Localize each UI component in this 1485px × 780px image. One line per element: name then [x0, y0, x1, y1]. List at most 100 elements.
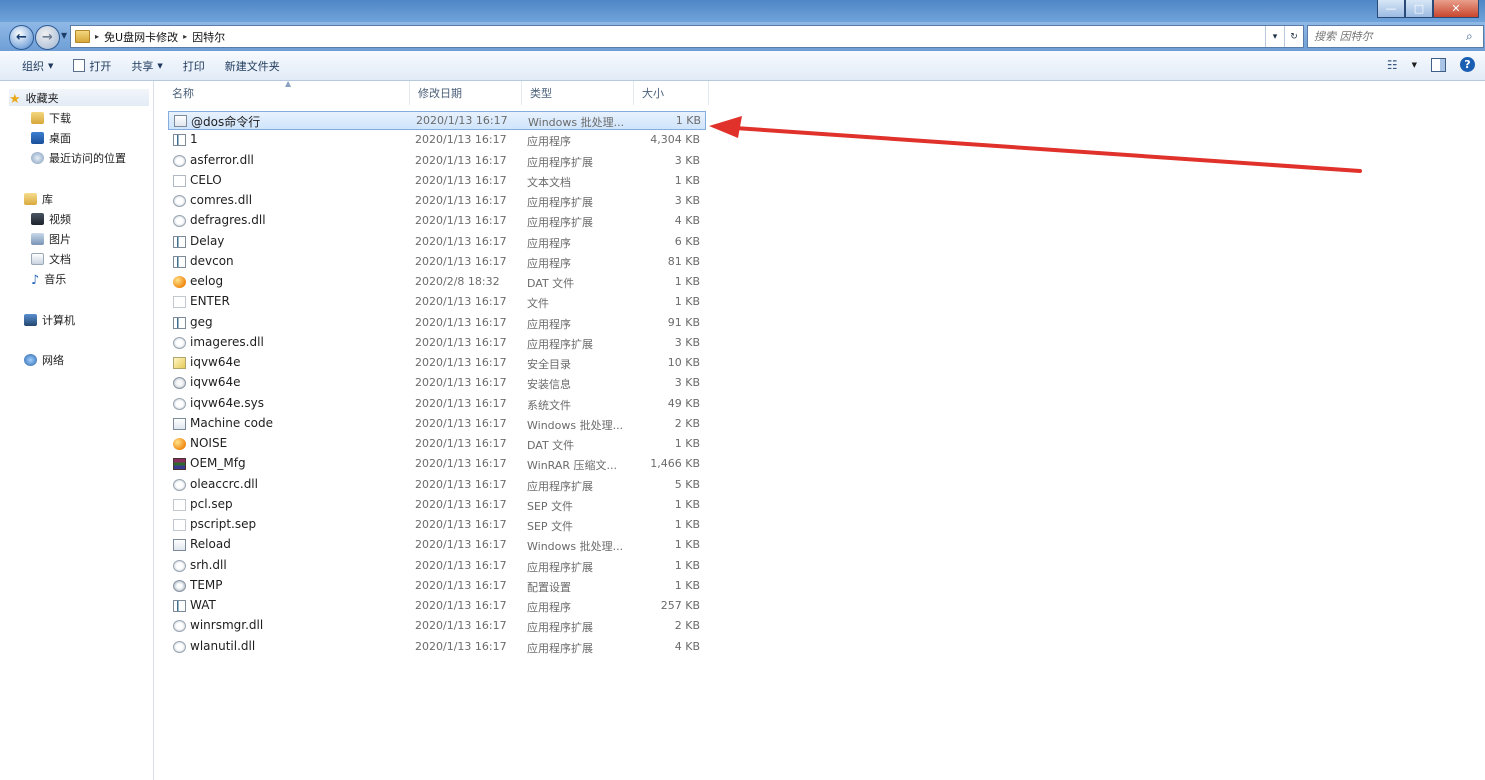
minimize-button[interactable]: —	[1377, 0, 1405, 18]
dll-icon	[173, 640, 186, 653]
file-date: 2020/1/13 16:17	[415, 558, 507, 572]
breadcrumb-separator[interactable]: ▸	[95, 32, 99, 41]
file-type: SEP 文件	[527, 499, 574, 513]
nav-recent-places[interactable]: 最近访问的位置	[31, 150, 126, 166]
file-row[interactable]: ENTER 2020/1/13 16:17 文件 1 KB	[168, 293, 706, 312]
address-history-button[interactable]: ▾	[1265, 26, 1284, 47]
file-row[interactable]: iqvw64e 2020/1/13 16:17 安全目录 10 KB	[168, 354, 706, 373]
view-options-dropdown[interactable]: ▼	[1412, 61, 1417, 69]
file-name: ENTER	[190, 294, 230, 309]
address-bar[interactable]: ▸ 免U盘网卡修改 ▸ 因特尔 ▾ ↻	[70, 25, 1304, 48]
address-row: ← → ▼ ▸ 免U盘网卡修改 ▸ 因特尔 ▾ ↻ ⌕	[0, 22, 1485, 51]
breadcrumb-item[interactable]: 免U盘网卡修改	[104, 29, 178, 45]
column-header-size[interactable]: 大小	[634, 81, 709, 105]
file-type: 应用程序扩展	[527, 641, 593, 655]
file-row[interactable]: 1 2020/1/13 16:17 应用程序 4,304 KB	[168, 131, 706, 150]
file-date: 2020/1/13 16:17	[415, 214, 507, 228]
file-type: 应用程序	[527, 135, 571, 149]
pictures-icon	[31, 233, 44, 245]
recent-pages-dropdown[interactable]: ▼	[61, 31, 67, 40]
file-row[interactable]: devcon 2020/1/13 16:17 应用程序 81 KB	[168, 253, 706, 272]
file-size: 257 KB	[660, 599, 700, 612]
file-row[interactable]: OEM_Mfg 2020/1/13 16:17 WinRAR 压缩文... 1,466…	[168, 455, 706, 474]
search-box[interactable]: ⌕	[1307, 25, 1484, 48]
nav-videos[interactable]: 视频	[31, 211, 71, 227]
file-name: defragres.dll	[190, 213, 266, 228]
nav-desktop[interactable]: 桌面	[31, 130, 71, 146]
back-button[interactable]: ←	[9, 25, 34, 50]
file-row[interactable]: WAT 2020/1/13 16:17 应用程序 257 KB	[168, 597, 706, 616]
breadcrumb-separator[interactable]: ▸	[183, 32, 187, 41]
file-row[interactable]: geg 2020/1/13 16:17 应用程序 91 KB	[168, 314, 706, 333]
maximize-button[interactable]: □	[1405, 0, 1433, 18]
file-type: 应用程序扩展	[527, 560, 593, 574]
change-view-icon[interactable]: ☷	[1387, 58, 1398, 72]
nav-music-label: 音乐	[44, 273, 67, 286]
file-size: 3 KB	[674, 376, 700, 390]
file-name: NOISE	[190, 436, 228, 450]
column-header-date[interactable]: 修改日期	[410, 81, 522, 105]
help-icon[interactable]: ?	[1460, 57, 1475, 72]
file-row[interactable]: defragres.dll 2020/1/13 16:17 应用程序扩展 4 KB	[168, 212, 706, 231]
file-row[interactable]: oleaccrc.dll 2020/1/13 16:17 应用程序扩展 5 KB	[168, 476, 706, 495]
file-row-selected[interactable]: @dos命令行 2020/1/13 16:17 Windows 批处理... 1 KB	[168, 111, 706, 130]
nav-network[interactable]: 网络	[24, 352, 64, 368]
file-type: SEP 文件	[527, 520, 574, 533]
file-row[interactable]: comres.dll 2020/1/13 16:17 应用程序扩展 3 KB	[168, 192, 706, 211]
print-button[interactable]: 打印	[173, 58, 215, 74]
file-date: 2020/1/13 16:17	[415, 639, 507, 653]
search-icon[interactable]: ⌕	[1466, 29, 1480, 44]
file-row[interactable]: TEMP 2020/1/13 16:17 配置设置 1 KB	[168, 577, 706, 596]
search-input[interactable]	[1308, 29, 1466, 44]
nav-computer[interactable]: 计算机	[24, 312, 75, 328]
nav-documents[interactable]: 文档	[31, 251, 71, 267]
nav-downloads[interactable]: 下载	[31, 110, 71, 126]
file-row[interactable]: pscript.sep 2020/1/13 16:17 SEP 文件 1 KB	[168, 516, 706, 535]
file-row[interactable]: NOISE 2020/1/13 16:17 DAT 文件 1 KB	[168, 435, 706, 454]
close-button[interactable]: ✕	[1433, 0, 1479, 18]
nav-libraries[interactable]: 库	[24, 191, 53, 207]
file-name: iqvw64e.sys	[190, 395, 264, 410]
file-name: winrsmgr.dll	[190, 618, 264, 633]
share-menu[interactable]: 共享 ▼	[121, 58, 172, 74]
preview-pane-icon[interactable]	[1431, 57, 1446, 72]
window-controls: — □ ✕	[1377, 0, 1479, 18]
file-row[interactable]: iqvw64e.sys 2020/1/13 16:17 系统文件 49 KB	[168, 395, 706, 414]
file-row[interactable]: eelog 2020/2/8 18:32 DAT 文件 1 KB	[168, 273, 706, 292]
new-folder-button[interactable]: 新建文件夹	[215, 58, 290, 74]
file-type: 应用程序扩展	[527, 621, 593, 635]
network-icon	[24, 354, 37, 366]
file-type: 应用程序	[527, 601, 571, 614]
column-size-label: 大小	[642, 87, 664, 100]
organize-menu[interactable]: 组织 ▼	[12, 58, 63, 74]
column-header-name[interactable]: 名称	[164, 81, 410, 105]
file-row[interactable]: srh.dll 2020/1/13 16:17 应用程序扩展 1 KB	[168, 557, 706, 576]
file-row[interactable]: iqvw64e 2020/1/13 16:17 安装信息 3 KB	[168, 374, 706, 393]
nav-pictures[interactable]: 图片	[31, 231, 71, 247]
nav-music[interactable]: ♪ 音乐	[31, 271, 67, 288]
file-type: 文件	[527, 297, 549, 311]
file-size: 3 KB	[674, 153, 700, 167]
file-row[interactable]: Machine code 2020/1/13 16:17 Windows 批处理..…	[168, 415, 706, 434]
file-row[interactable]: Delay 2020/1/13 16:17 应用程序 6 KB	[168, 233, 706, 252]
catalog-icon	[173, 357, 186, 369]
forward-button[interactable]: →	[35, 25, 60, 50]
open-button[interactable]: 打开	[63, 58, 121, 74]
file-date: 2020/1/13 16:17	[415, 315, 507, 329]
file-row[interactable]: pcl.sep 2020/1/13 16:17 SEP 文件 1 KB	[168, 496, 706, 515]
file-row[interactable]: asferror.dll 2020/1/13 16:17 应用程序扩展 3 KB	[168, 152, 706, 171]
file-size: 1 KB	[674, 518, 700, 531]
file-row[interactable]: winrsmgr.dll 2020/1/13 16:17 应用程序扩展 2 KB	[168, 617, 706, 636]
breadcrumb-item-current[interactable]: 因特尔	[192, 29, 225, 45]
file-row[interactable]: Reload 2020/1/13 16:17 Windows 批处理... 1 KB	[168, 536, 706, 555]
file-type: 配置设置	[527, 580, 571, 594]
file-size: 3 KB	[674, 194, 700, 207]
column-header-type[interactable]: 类型	[522, 81, 634, 105]
file-type: 应用程序	[527, 236, 571, 250]
nav-favorites[interactable]: ★ 收藏夹	[9, 89, 149, 107]
file-size: 4,304 KB	[650, 133, 700, 147]
file-row[interactable]: CELO 2020/1/13 16:17 文本文档 1 KB	[168, 172, 706, 191]
file-row[interactable]: wlanutil.dll 2020/1/13 16:17 应用程序扩展 4 KB	[168, 638, 706, 657]
refresh-button[interactable]: ↻	[1284, 26, 1303, 47]
file-row[interactable]: imageres.dll 2020/1/13 16:17 应用程序扩展 3 KB	[168, 334, 706, 353]
